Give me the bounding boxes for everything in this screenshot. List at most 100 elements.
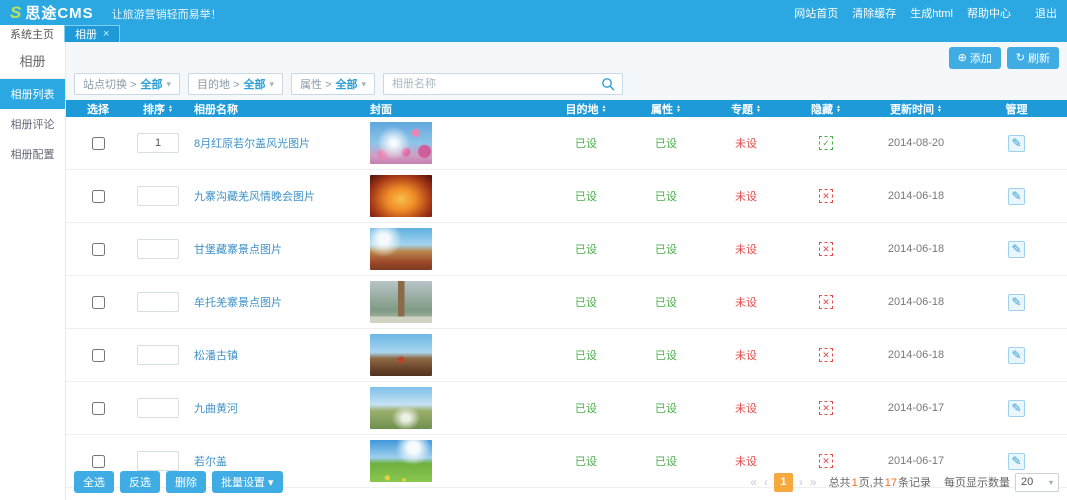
topic-status[interactable]: 未设: [735, 241, 757, 257]
tab-album[interactable]: 相册 ×: [64, 25, 120, 42]
batch-actions: 全选 反选 删除 批量设置 ▾: [74, 471, 283, 493]
topic-status[interactable]: 未设: [735, 188, 757, 204]
prev-page-button[interactable]: ‹: [763, 475, 769, 489]
destination-filter-dropdown[interactable]: 目的地 > 全部 ▾: [188, 73, 283, 95]
tab-close-icon[interactable]: ×: [103, 29, 109, 40]
nav-help-center[interactable]: 帮助中心: [967, 5, 1011, 21]
next-page-button[interactable]: ›: [798, 475, 804, 489]
edit-icon[interactable]: ✎: [1008, 294, 1025, 311]
delete-button[interactable]: 删除: [166, 471, 206, 493]
edit-icon[interactable]: ✎: [1008, 400, 1025, 417]
search-icon[interactable]: [594, 74, 622, 94]
site-filter-dropdown[interactable]: 站点切换 > 全部 ▾: [74, 73, 180, 95]
nav-site-home[interactable]: 网站首页: [794, 5, 838, 21]
search-input[interactable]: [384, 74, 594, 94]
hidden-toggle-cross-icon[interactable]: ✕: [819, 401, 833, 415]
sort-icon[interactable]: ▲▼: [676, 105, 681, 113]
col-header-topic[interactable]: 专题▲▼: [706, 101, 786, 117]
attribute-status[interactable]: 已设: [655, 294, 677, 310]
edit-icon[interactable]: ✎: [1008, 241, 1025, 258]
album-name-link[interactable]: 8月红原若尔盖风光图片: [194, 135, 310, 151]
topic-status[interactable]: 未设: [735, 400, 757, 416]
per-page-select[interactable]: 20 ▾: [1015, 473, 1059, 492]
sort-order-input[interactable]: [137, 345, 179, 365]
tab-system-home[interactable]: 系统主页: [0, 25, 64, 42]
sort-order-input[interactable]: [137, 239, 179, 259]
sort-icon[interactable]: ▲▼: [756, 105, 761, 113]
sort-order-input[interactable]: [137, 398, 179, 418]
attribute-status[interactable]: 已设: [655, 400, 677, 416]
attribute-filter-dropdown[interactable]: 属性 > 全部 ▾: [291, 73, 375, 95]
destination-status[interactable]: 已设: [575, 135, 597, 151]
cover-image[interactable]: [370, 281, 432, 323]
topic-status[interactable]: 未设: [735, 294, 757, 310]
attribute-status[interactable]: 已设: [655, 241, 677, 257]
col-header-updated[interactable]: 更新时间▲▼: [866, 101, 966, 117]
album-name-link[interactable]: 九曲黄河: [194, 400, 238, 416]
cover-image[interactable]: [370, 228, 432, 270]
attribute-status[interactable]: 已设: [655, 135, 677, 151]
col-header-attribute[interactable]: 属性▲▼: [626, 101, 706, 117]
hidden-toggle-cross-icon[interactable]: ✕: [819, 242, 833, 256]
row-checkbox[interactable]: [92, 349, 105, 362]
row-checkbox[interactable]: [92, 190, 105, 203]
nav-logout[interactable]: 退出: [1035, 5, 1057, 21]
edit-icon[interactable]: ✎: [1008, 188, 1025, 205]
cover-image[interactable]: [370, 122, 432, 164]
sort-icon[interactable]: ▲▼: [937, 105, 942, 113]
sidebar-item-album-list[interactable]: 相册列表: [0, 79, 65, 109]
album-name-link[interactable]: 九寨沟藏羌风情晚会图片: [194, 188, 315, 204]
invert-selection-button[interactable]: 反选: [120, 471, 160, 493]
page-number-button[interactable]: 1: [774, 473, 793, 492]
topic-status[interactable]: 未设: [735, 135, 757, 151]
per-page-label: 每页显示数量: [944, 474, 1010, 490]
album-name-link[interactable]: 松潘古镇: [194, 347, 238, 363]
destination-status[interactable]: 已设: [575, 294, 597, 310]
topic-status[interactable]: 未设: [735, 347, 757, 363]
nav-clear-cache[interactable]: 清除缓存: [852, 5, 896, 21]
sort-icon[interactable]: ▲▼: [168, 105, 173, 113]
sort-order-input[interactable]: [137, 133, 179, 153]
sidebar-item-album-comments[interactable]: 相册评论: [0, 109, 65, 139]
cover-image[interactable]: [370, 175, 432, 217]
col-header-order[interactable]: 排序▲▼: [130, 101, 186, 117]
destination-status[interactable]: 已设: [575, 241, 597, 257]
col-header-hidden[interactable]: 隐藏▲▼: [786, 101, 866, 117]
col-header-destination[interactable]: 目的地▲▼: [546, 101, 626, 117]
hidden-toggle-cross-icon[interactable]: ✕: [819, 189, 833, 203]
sort-icon[interactable]: ▲▼: [836, 105, 841, 113]
album-name-link[interactable]: 甘堡藏寨景点图片: [194, 241, 282, 257]
album-manager-page: S 思途CMS 让旅游营销轻而易举！ 网站首页 清除缓存 生成html 帮助中心…: [0, 0, 1067, 500]
album-name-link[interactable]: 牟托羌寨景点图片: [194, 294, 282, 310]
destination-status[interactable]: 已设: [575, 400, 597, 416]
batch-settings-button[interactable]: 批量设置 ▾: [212, 471, 283, 493]
row-checkbox[interactable]: [92, 402, 105, 415]
select-all-button[interactable]: 全选: [74, 471, 114, 493]
edit-icon[interactable]: ✎: [1008, 347, 1025, 364]
row-checkbox[interactable]: [92, 137, 105, 150]
hidden-toggle-cross-icon[interactable]: ✕: [819, 295, 833, 309]
last-page-button[interactable]: »: [809, 475, 818, 489]
attribute-status[interactable]: 已设: [655, 347, 677, 363]
row-checkbox[interactable]: [92, 296, 105, 309]
sort-order-input[interactable]: [137, 186, 179, 206]
sort-icon[interactable]: ▲▼: [602, 105, 607, 113]
row-checkbox[interactable]: [92, 243, 105, 256]
attribute-status[interactable]: 已设: [655, 188, 677, 204]
sidebar-item-album-config[interactable]: 相册配置: [0, 139, 65, 169]
refresh-button[interactable]: ↻ 刷新: [1007, 47, 1059, 69]
hidden-toggle-cross-icon[interactable]: ✕: [819, 348, 833, 362]
nav-generate-html[interactable]: 生成html: [910, 5, 953, 21]
destination-status[interactable]: 已设: [575, 347, 597, 363]
cover-image[interactable]: [370, 387, 432, 429]
sort-order-input[interactable]: [137, 292, 179, 312]
add-button[interactable]: ⊕ 添加: [949, 47, 1001, 69]
hidden-toggle-check-icon[interactable]: ✓: [819, 136, 833, 150]
logo-icon: S: [10, 4, 21, 21]
first-page-button[interactable]: «: [749, 475, 758, 489]
cover-image[interactable]: [370, 334, 432, 376]
tagline: 让旅游营销轻而易举！: [112, 6, 222, 22]
edit-icon[interactable]: ✎: [1008, 135, 1025, 152]
destination-status[interactable]: 已设: [575, 188, 597, 204]
chevron-down-icon: ▾: [1049, 478, 1053, 487]
